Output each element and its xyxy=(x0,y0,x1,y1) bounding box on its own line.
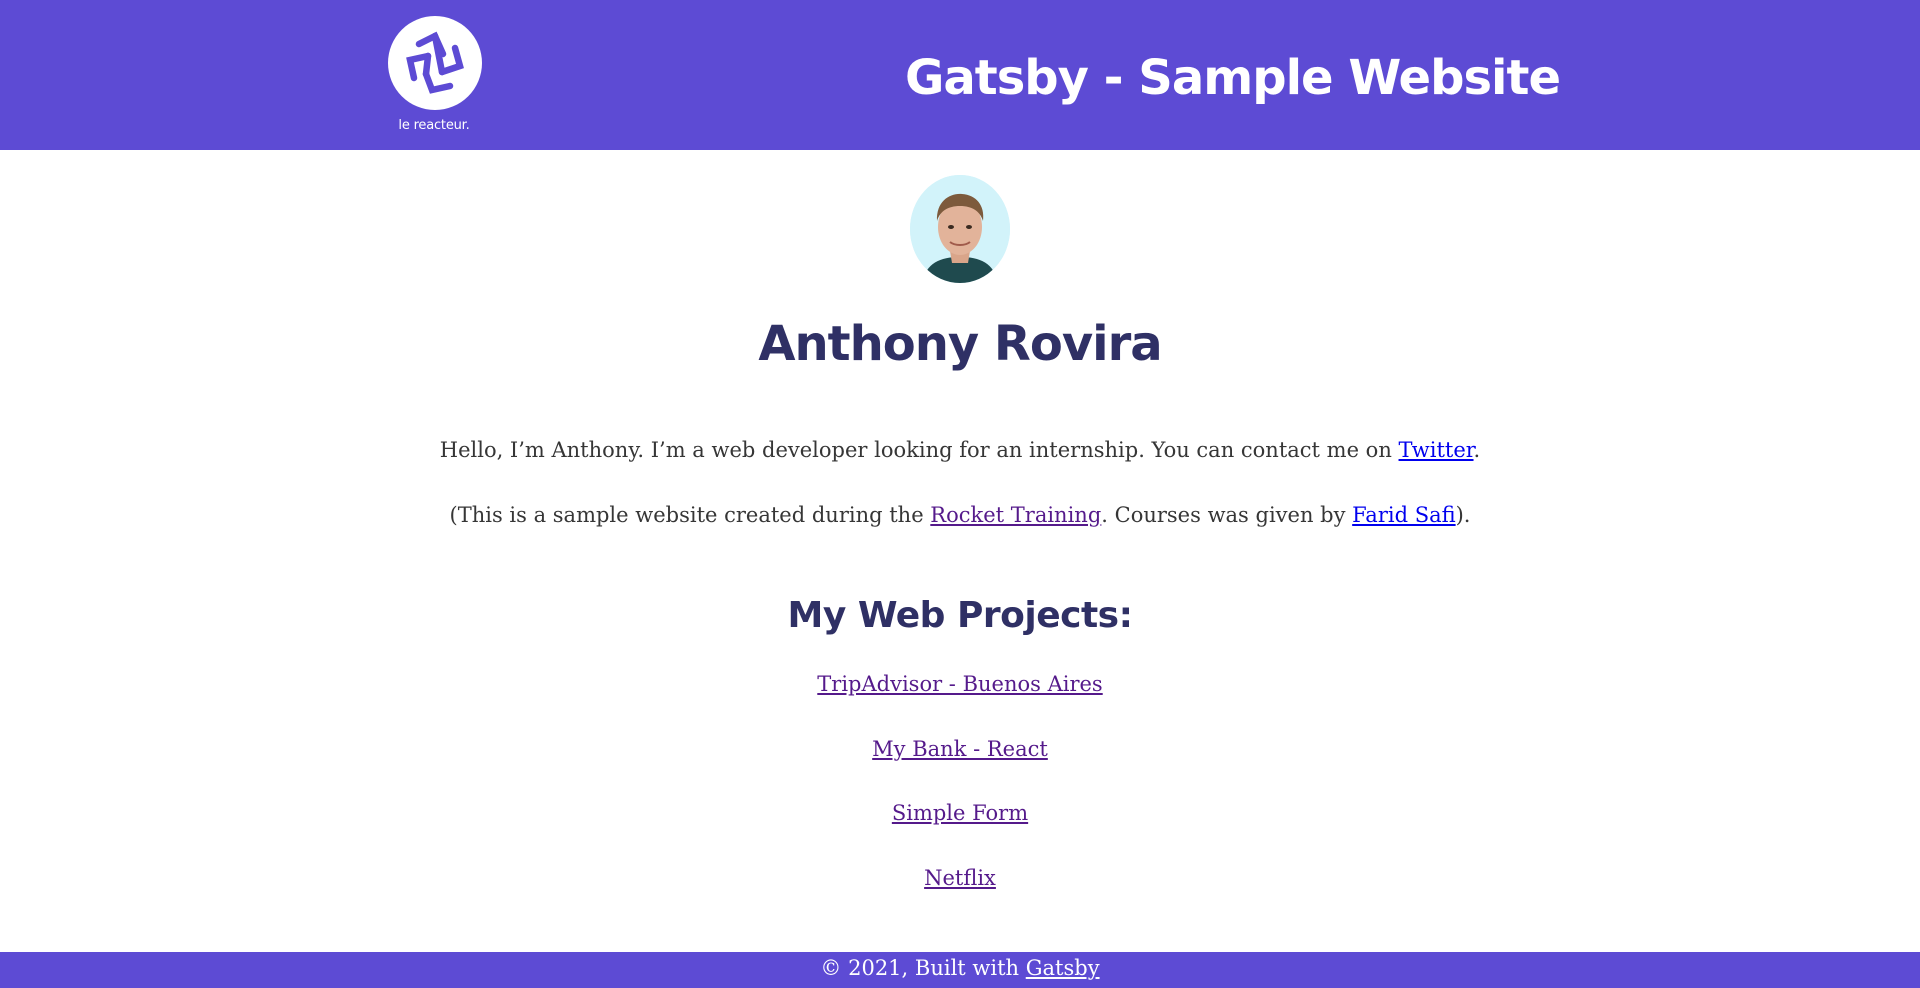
site-header: le reacteur. Gatsby - Sample Website xyxy=(0,0,1920,150)
intro-paragraph: Hello, I’m Anthony. I’m a web developer … xyxy=(0,435,1920,465)
list-item: TripAdvisor - Buenos Aires xyxy=(0,669,1920,734)
avatar xyxy=(910,175,1010,283)
intro-end: . xyxy=(1473,438,1481,462)
footer-text: © 2021, Built with xyxy=(820,956,1026,980)
logo-wordmark: le reacteur. xyxy=(398,118,470,133)
project-link-tripadvisor[interactable]: TripAdvisor - Buenos Aires xyxy=(817,672,1102,696)
profile-name: Anthony Rovira xyxy=(758,316,1162,372)
site-footer: © 2021, Built with Gatsby xyxy=(0,952,1920,988)
projects-heading: My Web Projects: xyxy=(787,595,1133,636)
twitter-link[interactable]: Twitter xyxy=(1399,438,1474,462)
sample-prefix: (This is a sample website created during… xyxy=(449,503,931,527)
rocket-training-link[interactable]: Rocket Training xyxy=(930,503,1101,527)
logo-icon xyxy=(388,16,482,110)
site-title: Gatsby - Sample Website xyxy=(904,50,1561,106)
project-link-netflix[interactable]: Netflix xyxy=(924,866,996,890)
sample-end: ). xyxy=(1455,503,1471,527)
list-item: Netflix xyxy=(0,863,1920,928)
avatar-photo-icon xyxy=(910,175,1010,283)
le-reacteur-logo[interactable]: le reacteur. xyxy=(384,16,484,138)
project-link-my-bank[interactable]: My Bank - React xyxy=(872,737,1048,761)
gatsby-link[interactable]: Gatsby xyxy=(1026,956,1100,980)
farid-safi-link[interactable]: Farid Safi xyxy=(1352,503,1455,527)
projects-list: TripAdvisor - Buenos Aires My Bank - Rea… xyxy=(0,669,1920,927)
list-item: My Bank - React xyxy=(0,734,1920,799)
sample-middle: . Courses was given by xyxy=(1101,503,1353,527)
intro-text: Hello, I’m Anthony. I’m a web developer … xyxy=(439,438,1399,462)
project-link-simple-form[interactable]: Simple Form xyxy=(892,801,1028,825)
list-item: Simple Form xyxy=(0,798,1920,863)
sample-note-paragraph: (This is a sample website created during… xyxy=(0,500,1920,530)
